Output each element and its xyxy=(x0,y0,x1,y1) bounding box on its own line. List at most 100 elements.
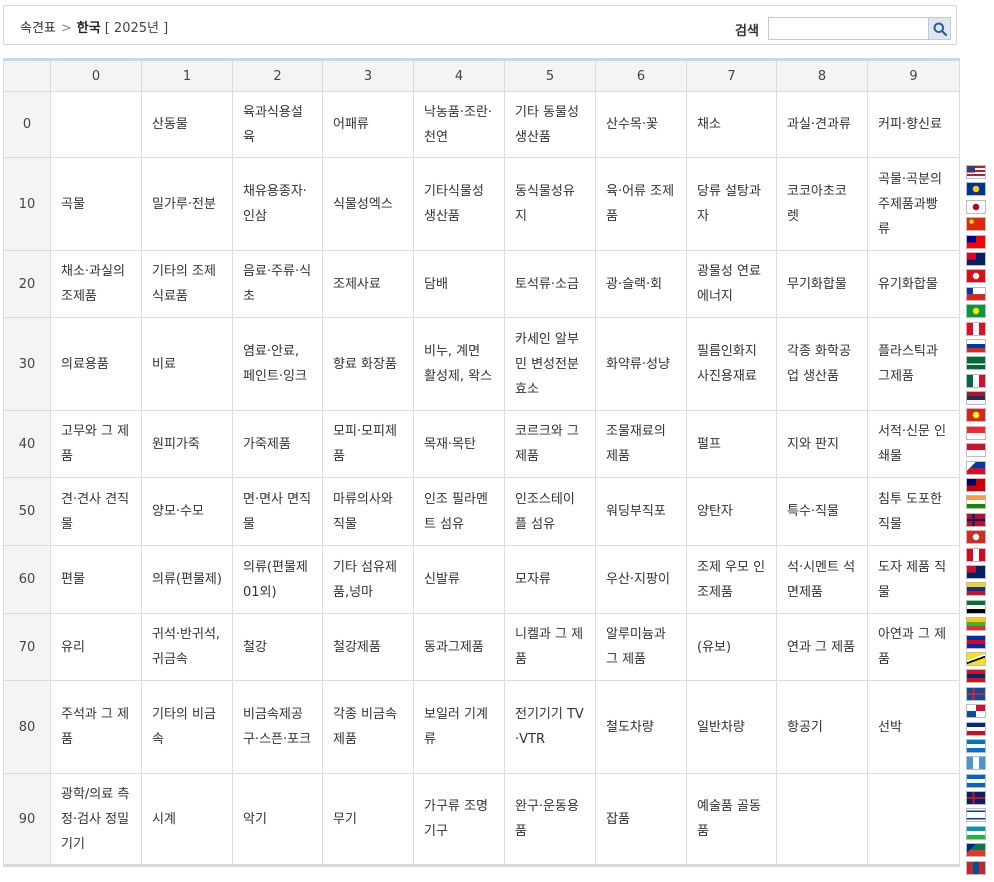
category-link[interactable]: 동식물성유지 xyxy=(515,184,575,224)
category-cell[interactable]: 코르크와 그 제품 xyxy=(504,410,596,478)
category-cell[interactable]: 비누, 계면 활성제, 왁스 xyxy=(413,317,505,411)
category-link[interactable]: 완구·운동용품 xyxy=(515,799,579,839)
category-cell[interactable]: 기타식물성 생산품 xyxy=(413,157,505,251)
category-cell[interactable]: 광물성 연료 에너지 xyxy=(686,250,777,318)
mn-flag[interactable] xyxy=(966,860,986,875)
category-link[interactable]: 광·슬랙·회 xyxy=(606,277,662,292)
category-link[interactable]: 광물성 연료 에너지 xyxy=(697,264,761,304)
category-link[interactable]: 기타의 조제 식료품 xyxy=(152,264,216,304)
category-cell[interactable]: 특수·직물 xyxy=(776,477,868,546)
category-link[interactable]: 철강제품 xyxy=(333,640,381,655)
eu-flag[interactable] xyxy=(966,182,986,197)
category-link[interactable]: 일반차량 xyxy=(697,720,745,735)
category-cell[interactable]: (유보) xyxy=(686,613,777,681)
category-cell[interactable]: 지와 판지 xyxy=(776,410,868,478)
bn-flag[interactable] xyxy=(966,651,986,666)
category-cell[interactable]: 철도차량 xyxy=(595,680,687,774)
category-link[interactable]: 토석류·소금 xyxy=(515,277,579,292)
category-link[interactable]: 커피·향신료 xyxy=(878,117,942,132)
category-cell[interactable]: 동과그제품 xyxy=(413,613,505,681)
category-cell[interactable]: 견·견사 견직물 xyxy=(50,477,142,546)
sg-flag[interactable] xyxy=(966,425,986,440)
category-link[interactable]: 우산·지팡이 xyxy=(606,572,670,587)
category-link[interactable]: 기타의 비금속 xyxy=(152,707,216,747)
category-link[interactable]: 마류의사와 직물 xyxy=(333,492,393,532)
br-flag[interactable] xyxy=(966,304,986,319)
jp-flag[interactable] xyxy=(966,199,986,214)
category-cell[interactable]: 인조스테이플 섬유 xyxy=(504,477,596,546)
ae-flag[interactable] xyxy=(966,599,986,614)
tr-flag[interactable] xyxy=(966,269,986,284)
category-link[interactable]: 서적·신문 인쇄물 xyxy=(878,424,946,464)
category-cell[interactable]: 목재·목탄 xyxy=(413,410,505,478)
category-link[interactable]: 편물 xyxy=(61,572,85,587)
category-cell[interactable]: 각종 화학공업 생산품 xyxy=(776,317,868,411)
category-cell[interactable]: 면·면사 면직물 xyxy=(232,477,323,546)
category-cell[interactable]: 모피·모피제품 xyxy=(322,410,414,478)
category-link[interactable]: 플라스틱과 그제품 xyxy=(878,344,938,384)
category-link[interactable]: 채소·과실의 조제품 xyxy=(61,264,125,304)
category-cell[interactable]: 잡품 xyxy=(595,773,687,866)
category-cell[interactable]: 의료용품 xyxy=(50,317,142,411)
category-cell[interactable]: 곡물·곡분의 주제품과빵류 xyxy=(867,157,960,251)
category-cell[interactable]: 마류의사와 직물 xyxy=(322,477,414,546)
category-link[interactable]: 필름인화지 사진용재료 xyxy=(697,344,757,384)
is-flag[interactable] xyxy=(966,686,986,701)
category-link[interactable]: 전기기기 TV·VTR xyxy=(515,707,584,747)
category-cell[interactable]: 광학/의료 측정·검사 정밀기기 xyxy=(50,773,142,866)
category-link[interactable]: 귀석·반귀석,귀금속 xyxy=(152,627,220,667)
category-link[interactable]: 염료·안료, 페인트·잉크 xyxy=(243,344,307,384)
category-link[interactable]: 가구류 조명기구 xyxy=(424,799,488,839)
uz-flag[interactable] xyxy=(966,825,986,840)
category-cell[interactable]: 가구류 조명기구 xyxy=(413,773,505,866)
category-cell[interactable]: 펄프 xyxy=(686,410,777,478)
category-cell[interactable]: 악기 xyxy=(232,773,323,866)
category-link[interactable]: 선박 xyxy=(878,720,902,735)
category-link[interactable]: 침투 도포한 직물 xyxy=(878,492,942,532)
category-link[interactable]: 각종 비금속제품 xyxy=(333,707,397,747)
za-flag[interactable] xyxy=(966,843,986,858)
category-link[interactable]: 기타 동물성 생산품 xyxy=(515,105,579,145)
category-cell[interactable]: 각종 비금속제품 xyxy=(322,680,414,774)
category-cell[interactable]: 유기화합물 xyxy=(867,250,960,318)
mx-flag[interactable] xyxy=(966,373,986,388)
category-link[interactable]: 기타식물성 생산품 xyxy=(424,184,484,224)
category-link[interactable]: 낙농품·조란·천연 xyxy=(424,105,492,145)
category-link[interactable]: 석·시멘트 석면제품 xyxy=(787,560,855,600)
ru-flag[interactable] xyxy=(966,338,986,353)
category-link[interactable]: 육·어류 조제품 xyxy=(606,184,674,224)
category-link[interactable]: 니켈과 그 제품 xyxy=(515,627,583,667)
category-link[interactable]: 워딩부직포 xyxy=(606,504,666,519)
category-cell[interactable]: 조제사료 xyxy=(322,250,414,318)
category-link[interactable]: 동과그제품 xyxy=(424,640,484,655)
category-cell[interactable]: 신발류 xyxy=(413,545,505,614)
gb-flag[interactable] xyxy=(966,791,986,806)
category-link[interactable]: 향료 화장품 xyxy=(333,357,397,372)
category-link[interactable]: 기타 섬유제품,넝마 xyxy=(333,560,397,600)
cr-flag[interactable] xyxy=(966,721,986,736)
category-link[interactable]: 코르크와 그 제품 xyxy=(515,424,579,464)
category-link[interactable]: 산동물 xyxy=(152,117,188,132)
category-link[interactable]: 양모·수모 xyxy=(152,504,204,519)
pe-flag[interactable] xyxy=(966,321,986,336)
category-cell[interactable]: 비료 xyxy=(141,317,233,411)
category-link[interactable]: 원피가죽 xyxy=(152,437,200,452)
category-link[interactable]: 밀가루·전분 xyxy=(152,197,216,212)
breadcrumb-root[interactable]: 속견표 xyxy=(20,21,56,36)
category-cell[interactable]: 기타 동물성 생산품 xyxy=(504,91,596,158)
category-cell[interactable]: 가죽제품 xyxy=(232,410,323,478)
category-link[interactable]: 고무와 그 제품 xyxy=(61,424,129,464)
category-link[interactable]: 면·면사 면직물 xyxy=(243,492,311,532)
nz-flag[interactable] xyxy=(966,564,986,579)
category-link[interactable]: 철강 xyxy=(243,640,267,655)
category-link[interactable]: 광학/의료 측정·검사 정밀기기 xyxy=(61,787,129,852)
co-flag[interactable] xyxy=(966,582,986,597)
category-link[interactable]: 잡품 xyxy=(606,812,630,827)
category-cell[interactable]: 커피·향신료 xyxy=(867,91,960,158)
category-cell[interactable]: 예술품 골동품 xyxy=(686,773,777,866)
category-link[interactable]: 인조 필라멘트 섬유 xyxy=(424,492,488,532)
category-link[interactable]: 연과 그 제품 xyxy=(787,640,855,655)
category-link[interactable]: (유보) xyxy=(697,640,731,655)
category-cell[interactable]: 화약류·성냥 xyxy=(595,317,687,411)
category-link[interactable]: 모자류 xyxy=(515,572,551,587)
